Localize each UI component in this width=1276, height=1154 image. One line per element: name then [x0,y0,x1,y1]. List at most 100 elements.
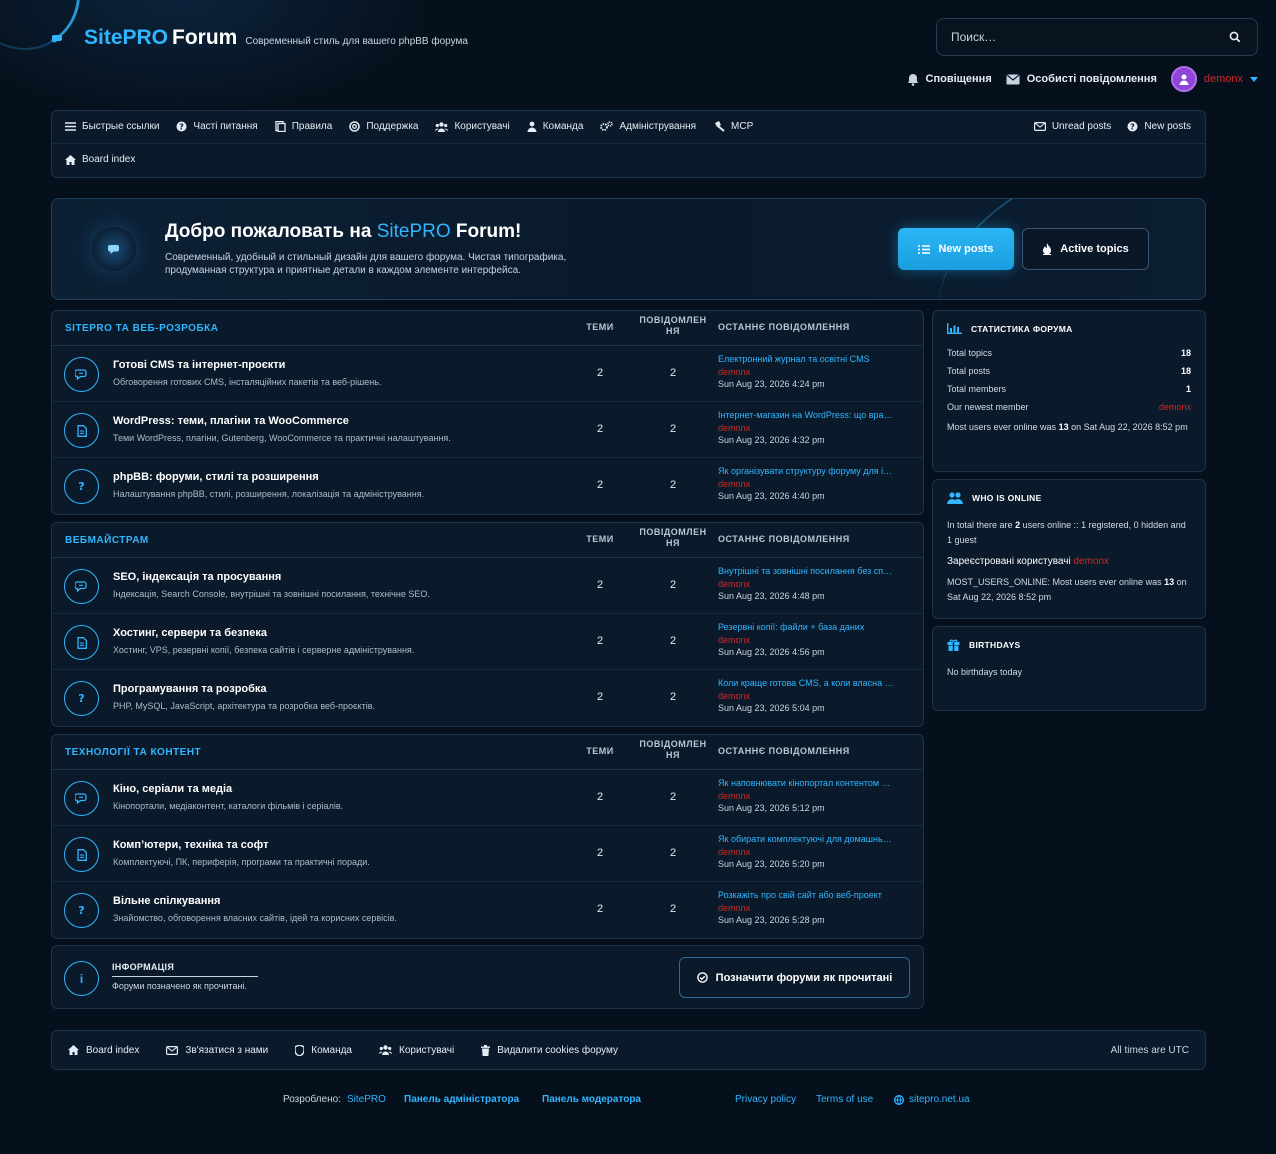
nav-label: New posts [1144,121,1191,132]
forum-title[interactable]: Вільне спілкування [113,895,220,907]
caret-down-icon [1250,76,1258,82]
last-post-author[interactable]: demonx [718,478,908,491]
site-logo[interactable]: SitePRO Forum Современный стиль для ваше… [52,26,468,50]
last-post-title[interactable]: Коли краще готова CMS, а коли власна … [718,677,908,690]
category-title[interactable]: ВЕБМАЙСТРАМ [65,535,149,546]
last-post-author[interactable]: demonx [718,790,908,803]
last-post-date: Sun Aug 23, 2026 5:20 pm [718,859,825,869]
forum-title[interactable]: Комп’ютери, техніка та софт [113,839,268,851]
nav-team[interactable]: Команда [527,121,583,132]
last-post-author[interactable]: demonx [718,690,908,703]
forum-title[interactable]: WordPress: теми, плагіни та WooCommerce [113,415,349,427]
info-icon: i [64,961,99,996]
info-panel: i ІНФОРМАЦІЯ Форуми позначено як прочита… [51,945,924,1009]
footer-team[interactable]: Команда [295,1044,352,1056]
forum-row: Готові CMS та інтернет-проєкти Обговоренн… [52,346,923,402]
newest-member-link[interactable]: demonx [1159,402,1191,412]
nav-quick-links[interactable]: Быстрые ссылки [65,121,159,132]
forum-title[interactable]: Кіно, серіали та медіа [113,783,232,795]
stat-row: Our newest member demonx [947,402,1191,412]
search-icon[interactable] [1227,29,1243,45]
nav-unread-posts[interactable]: Unread posts [1033,121,1112,132]
last-post-title[interactable]: Як обирати комплектуючі для домашнь… [718,833,908,846]
last-post-author[interactable]: demonx [718,846,908,859]
last-post-title[interactable]: Як організувати структуру форуму для і… [718,465,908,478]
bar-chart-icon [947,323,962,334]
nav-acp[interactable]: Адміністрування [600,121,696,132]
check-circle-icon [696,972,708,983]
last-post-author[interactable]: demonx [718,902,908,915]
dev-link[interactable]: SitePRO [347,1094,386,1105]
forum-title[interactable]: Готові CMS та інтернет-проєкти [113,359,285,371]
online-record: MOST_USERS_ONLINE: Most users ever onlin… [947,575,1191,605]
navbar: Быстрые ссылки ? Часті питання Правила П… [51,110,1206,178]
category-title[interactable]: ТЕХНОЛОГІЇ ТА КОНТЕНТ [65,747,201,758]
last-post-title[interactable]: Як наповнювати кінопортал контентом … [718,777,908,790]
terms-link[interactable]: Terms of use [816,1094,873,1105]
last-post: Як наповнювати кінопортал контентом … dem… [718,777,908,815]
new-posts-button[interactable]: New posts [898,228,1014,270]
document-icon [64,837,99,872]
forum-title[interactable]: Програмування та розробка [113,683,267,695]
footer-members[interactable]: Користувачі [379,1045,454,1056]
last-post: Внутрішні та зовнішні посилання без сп… d… [718,565,908,603]
last-post-author[interactable]: demonx [718,422,908,435]
forum-title[interactable]: phpBB: форуми, стилі та розширення [113,471,319,483]
last-post-author[interactable]: demonx [718,366,908,379]
forum-topics-count: 2 [596,423,604,435]
last-post-title[interactable]: Інтернет-магазин на WordPress: що вра… [718,409,908,422]
nav-faq[interactable]: ? Часті питання [176,121,258,132]
envelope-icon [1006,74,1020,85]
forum-topics-count: 2 [596,691,604,703]
who-is-online-panel: WHO IS ONLINE In total there are 2 users… [932,479,1206,619]
notifications-link[interactable]: Сповіщення [907,73,992,86]
category-header: ТЕХНОЛОГІЇ ТА КОНТЕНТ ТЕМИ ПОВІДОМЛЕННЯ ОСТ… [52,735,923,770]
question-icon: ? [64,681,99,716]
search-input[interactable] [951,30,1227,44]
forum-title[interactable]: Хостинг, сервери та безпека [113,627,267,639]
footer-board-index[interactable]: Board index [68,1045,139,1056]
nav-label: MCP [731,121,754,132]
forum-category: SITEPRO ТА ВЕБ-РОЗРОБКА ТЕМИ ПОВІДОМЛЕННЯ О… [51,310,924,515]
footer-delete-cookies[interactable]: Видалити cookies форуму [481,1044,618,1056]
forum-title[interactable]: SEO, індексація та просування [113,571,281,583]
nav-members[interactable]: Користувачі [435,121,510,132]
birthdays-panel: BIRTHDAYS No birthdays today [932,626,1206,711]
forum-topics-count: 2 [596,635,604,647]
nav-support[interactable]: Поддержка [349,121,418,132]
users-icon [435,121,449,132]
menu-icon [65,122,76,131]
stats-record: Most users ever online was 13 on Sat Aug… [947,420,1191,435]
mod-panel-link[interactable]: Панель модератора [542,1094,641,1105]
last-post-title[interactable]: Електронний журнал та освітні CMS [718,353,908,366]
stat-label: Total topics [947,348,993,358]
nav-label: Unread posts [1051,121,1112,132]
footer-contact[interactable]: Зв'язатися з нами [166,1045,268,1056]
last-post-author[interactable]: demonx [718,634,908,647]
site-name: SitePRO [84,26,169,49]
nav-rules[interactable]: Правила [275,121,332,132]
last-post-title[interactable]: Розкажіть про свій сайт або веб-проект [718,889,908,902]
user-menu[interactable]: demonx [1170,66,1258,92]
domain-link[interactable]: sitepro.net.ua [909,1094,970,1105]
mark-forums-read-button[interactable]: Позначити форуми як прочитані [679,957,910,998]
admin-panel-link[interactable]: Панель адміністратора [404,1094,519,1105]
last-post-title[interactable]: Резервні копії: файли + база даних [718,621,908,634]
category-title[interactable]: SITEPRO ТА ВЕБ-РОЗРОБКА [65,323,218,334]
last-post-author[interactable]: demonx [718,578,908,591]
question-circle-icon: ? [176,121,187,132]
envelope-icon [1033,122,1046,131]
last-post-title[interactable]: Внутрішні та зовнішні посилання без сп… [718,565,908,578]
nav-new-posts[interactable]: ? New posts [1127,121,1191,132]
breadcrumb[interactable]: Board index [65,154,135,165]
online-user-link[interactable]: demonx [1073,556,1109,567]
private-messages-link[interactable]: Особисті повідомлення [1006,73,1157,85]
rules-icon [275,121,286,132]
forum-topics-count: 2 [596,847,604,859]
privacy-link[interactable]: Privacy policy [735,1094,796,1105]
active-topics-button[interactable]: Active topics [1022,228,1149,270]
forum-topics-count: 2 [596,903,604,915]
nav-mcp[interactable]: MCP [713,121,753,132]
forum-topics-count: 2 [596,791,604,803]
last-post-date: Sun Aug 23, 2026 4:32 pm [718,435,825,445]
